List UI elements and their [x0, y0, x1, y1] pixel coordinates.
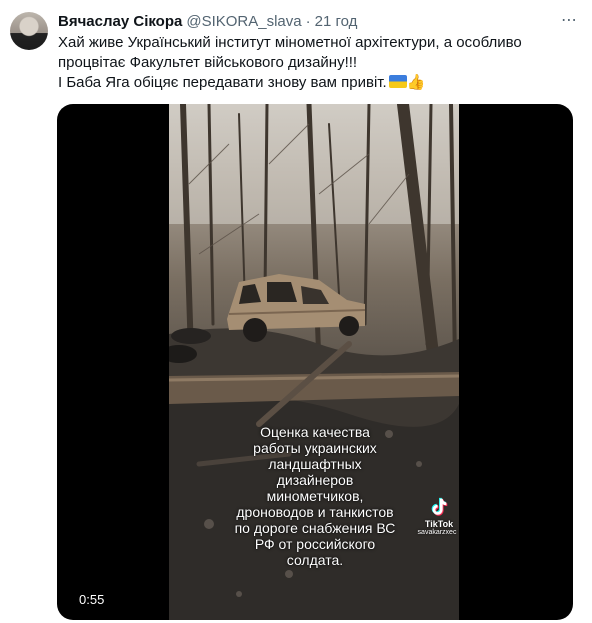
video-frame[interactable]: Оценка качества работы украинских ландша… [169, 104, 459, 620]
more-options-icon[interactable]: ⋯ [561, 10, 578, 30]
tweet-text-line: процвітає Факультет військового дизайну!… [58, 54, 358, 71]
tweet[interactable]: Вячаслау Сікора @SIKORA_slava · 21 год ⋯… [0, 0, 592, 623]
user-handle[interactable]: @SIKORA_slava [186, 13, 301, 30]
tweet-text-line: І Баба Яга обіцяє передавати знову вам п… [58, 73, 578, 93]
video-duration: 0:55 [79, 592, 105, 607]
tweet-text-line-content: І Баба Яга обіцяє передавати знову вам п… [58, 74, 387, 91]
video-caption: Оценка качества работы украинских ландша… [234, 424, 396, 568]
separator-dot: · [305, 12, 311, 30]
tiktok-label: TikTok [424, 519, 454, 529]
tiktok-icon [431, 497, 448, 516]
tiktok-watermark: TikTok savakarzxec [417, 496, 459, 536]
tweet-timestamp[interactable]: 21 год [315, 13, 358, 30]
thumbs-up-icon: 👍 [406, 74, 426, 91]
display-name[interactable]: Вячаслау Сікора [58, 13, 182, 30]
tweet-text: Хай живе Український інститут мінометної… [58, 33, 578, 93]
ukraine-flag-icon [388, 75, 407, 88]
tweet-header: Вячаслау Сікора @SIKORA_slava · 21 год [58, 11, 582, 31]
avatar[interactable] [10, 12, 48, 50]
tweet-text-line: Хай живе Український інститут мінометної… [58, 34, 522, 51]
video-player[interactable]: Оценка качества работы украинских ландша… [57, 104, 573, 620]
burnt-car [227, 274, 366, 342]
tiktok-username: savakarzxec [417, 529, 457, 536]
